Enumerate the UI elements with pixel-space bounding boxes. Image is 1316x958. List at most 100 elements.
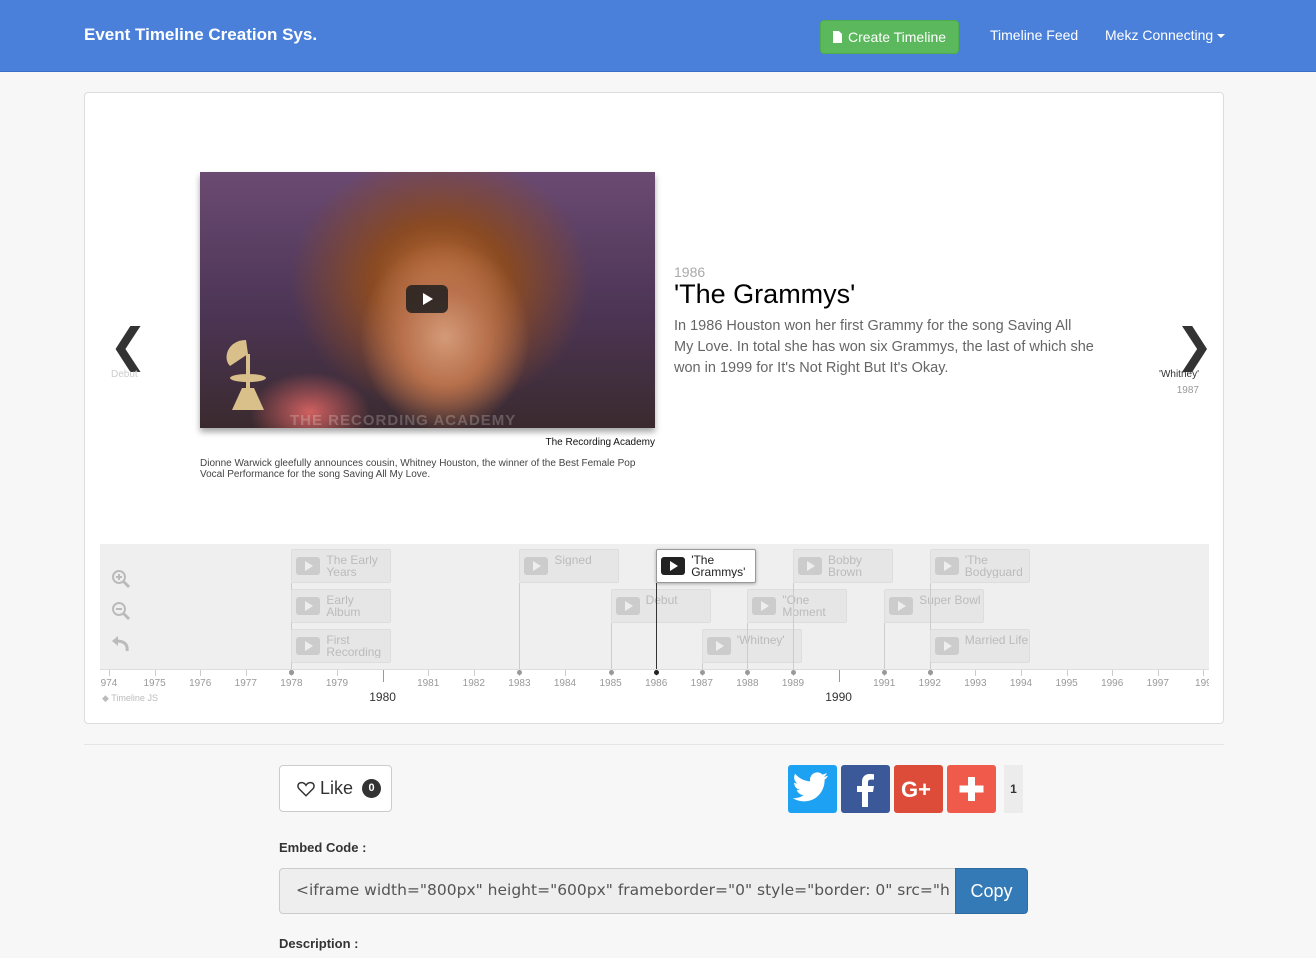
video-marker-icon bbox=[296, 637, 321, 655]
more-share-button[interactable] bbox=[947, 765, 996, 813]
axis-year-label: 974 bbox=[100, 678, 118, 689]
video-marker-icon bbox=[296, 557, 321, 575]
twitter-share-button[interactable] bbox=[788, 765, 837, 813]
heart-icon bbox=[297, 781, 315, 797]
timeline-marker[interactable]: The Early Years bbox=[291, 549, 392, 583]
axis-tick bbox=[200, 670, 202, 676]
axis-year-label: 1993 bbox=[964, 678, 987, 689]
previous-slide-button[interactable]: ❮ Debut bbox=[109, 318, 149, 380]
chevron-left-icon: ❮ bbox=[109, 318, 148, 372]
axis-year-label: 1983 bbox=[508, 678, 531, 689]
user-menu[interactable]: Mekz Connecting bbox=[1105, 27, 1226, 43]
facebook-icon bbox=[857, 774, 874, 807]
axis-year-label: 1987 bbox=[690, 678, 713, 689]
video-marker-icon bbox=[752, 597, 777, 615]
axis-tick bbox=[473, 670, 475, 676]
next-slide-date: 1987 bbox=[1176, 385, 1199, 396]
facebook-share-button[interactable] bbox=[841, 765, 890, 813]
timeline-marker[interactable]: Bobby Brown bbox=[793, 549, 893, 583]
brand-title[interactable]: Event Timeline Creation Sys. bbox=[84, 25, 317, 45]
axis-tick bbox=[109, 670, 110, 676]
timeline-marker[interactable]: Early Album bbox=[291, 589, 392, 623]
timeline-marker[interactable]: 'Whitney' bbox=[701, 629, 802, 663]
embed-code-field[interactable]: <iframe width="800px" height="600px" fra… bbox=[279, 868, 956, 914]
timeline-marker[interactable]: Signed bbox=[519, 549, 620, 583]
axis-year-label: 1980 bbox=[369, 690, 396, 704]
timeline-marker-label: Early Album bbox=[326, 594, 361, 618]
timeline-marker-label: Super Bowl bbox=[919, 594, 981, 606]
axis-year-label: 1978 bbox=[280, 678, 303, 689]
axis-year-label: 1990 bbox=[825, 690, 852, 704]
section-divider bbox=[84, 744, 1224, 745]
grammy-logo bbox=[226, 340, 266, 410]
axis-year-label: 1996 bbox=[1101, 678, 1124, 689]
timeline-navigator[interactable]: The Early Years Early Album First Recordin… bbox=[100, 544, 1209, 708]
twitter-icon bbox=[792, 772, 828, 802]
timeline-marker[interactable]: "One Moment bbox=[747, 589, 848, 623]
timeline-marker-label: "One Moment bbox=[782, 594, 826, 618]
timeline-marker[interactable]: First Recording bbox=[291, 629, 392, 663]
timeline-marker-line bbox=[793, 583, 794, 669]
timeline-marker-dot bbox=[791, 670, 796, 675]
google-plus-icon: G+ bbox=[901, 777, 931, 802]
axis-tick bbox=[382, 670, 384, 682]
like-count-badge: 0 bbox=[362, 779, 382, 798]
create-timeline-label: Create Timeline bbox=[847, 29, 947, 45]
video-thumbnail[interactable]: THE RECORDING ACADEMY bbox=[200, 172, 655, 428]
timeline-marker[interactable]: Super Bowl bbox=[884, 589, 985, 623]
chevron-right-icon: ❯ bbox=[1175, 318, 1214, 372]
timeline-marker[interactable]: 'The Grammys' bbox=[656, 549, 757, 583]
timeline-marker-line bbox=[610, 623, 612, 669]
timeline-marker-label: Signed bbox=[554, 554, 592, 566]
timeline-axis: ◆ Timeline JS 974 1975 1976 1977 1978 1979 198… bbox=[100, 669, 1209, 708]
navbar: Event Timeline Creation Sys. Create Time… bbox=[0, 0, 1316, 72]
axis-year-label: 1981 bbox=[417, 678, 440, 689]
timeline-marker-line bbox=[519, 583, 521, 669]
slide-title: 'The Grammys' bbox=[674, 279, 856, 309]
back-to-start-icon[interactable] bbox=[110, 632, 132, 654]
timeline-marker-label: The Early Years bbox=[326, 554, 378, 578]
axis-year-label: 1991 bbox=[873, 678, 896, 689]
timeline-marker[interactable]: 'The Bodyguard bbox=[929, 549, 1030, 583]
timeline-marker[interactable]: Married Life bbox=[929, 629, 1030, 663]
video-marker-icon bbox=[798, 557, 822, 575]
timeline-feed-link[interactable]: Timeline Feed bbox=[990, 27, 1078, 43]
google-plus-share-button[interactable]: G+ bbox=[894, 765, 943, 813]
axis-tick bbox=[428, 670, 430, 676]
timeline-marker[interactable]: Debut bbox=[610, 589, 711, 623]
svg-text:G+: G+ bbox=[901, 777, 931, 802]
axis-year-label: 1982 bbox=[462, 678, 485, 689]
zoom-out-icon[interactable] bbox=[110, 600, 132, 622]
create-timeline-button[interactable]: Create Timeline bbox=[820, 20, 959, 54]
zoom-in-icon[interactable] bbox=[110, 568, 132, 590]
axis-year-label: 1997 bbox=[1146, 678, 1169, 689]
timeline-marker-label: Bobby Brown bbox=[828, 554, 863, 578]
timeline-marker-dot bbox=[608, 670, 614, 675]
axis-tick bbox=[1066, 670, 1068, 676]
axis-year-label: 1995 bbox=[1055, 678, 1078, 689]
plus-icon bbox=[959, 777, 984, 801]
copy-button[interactable]: Copy bbox=[955, 868, 1028, 914]
user-menu-label: Mekz Connecting bbox=[1105, 27, 1214, 43]
timeline-marker-label: Married Life bbox=[964, 634, 1029, 646]
video-marker-icon bbox=[889, 597, 914, 615]
like-button[interactable]: Like 0 bbox=[279, 765, 392, 812]
description-label: Description : bbox=[279, 936, 359, 951]
axis-year-label: 1989 bbox=[781, 678, 805, 689]
share-count: 1 bbox=[1004, 765, 1023, 813]
timeline-marker-label: Debut bbox=[645, 594, 678, 606]
axis-year-label: 1977 bbox=[234, 678, 257, 689]
video-watermark: THE RECORDING ACADEMY bbox=[290, 412, 517, 428]
axis-tick bbox=[337, 670, 338, 676]
axis-tick bbox=[1157, 670, 1159, 676]
video-marker-icon bbox=[661, 557, 686, 575]
timeline-marker-label: 'The Grammys' bbox=[691, 554, 746, 578]
video-marker-icon bbox=[934, 637, 959, 655]
timeline-marker-dot bbox=[927, 670, 933, 675]
slide-date: 1986 bbox=[674, 264, 706, 280]
previous-slide-label: Debut bbox=[111, 369, 138, 380]
play-icon[interactable] bbox=[406, 285, 448, 313]
video-marker-icon bbox=[615, 597, 640, 615]
axis-tick bbox=[154, 670, 156, 676]
timelinejs-credit: ◆ Timeline JS bbox=[102, 693, 158, 703]
